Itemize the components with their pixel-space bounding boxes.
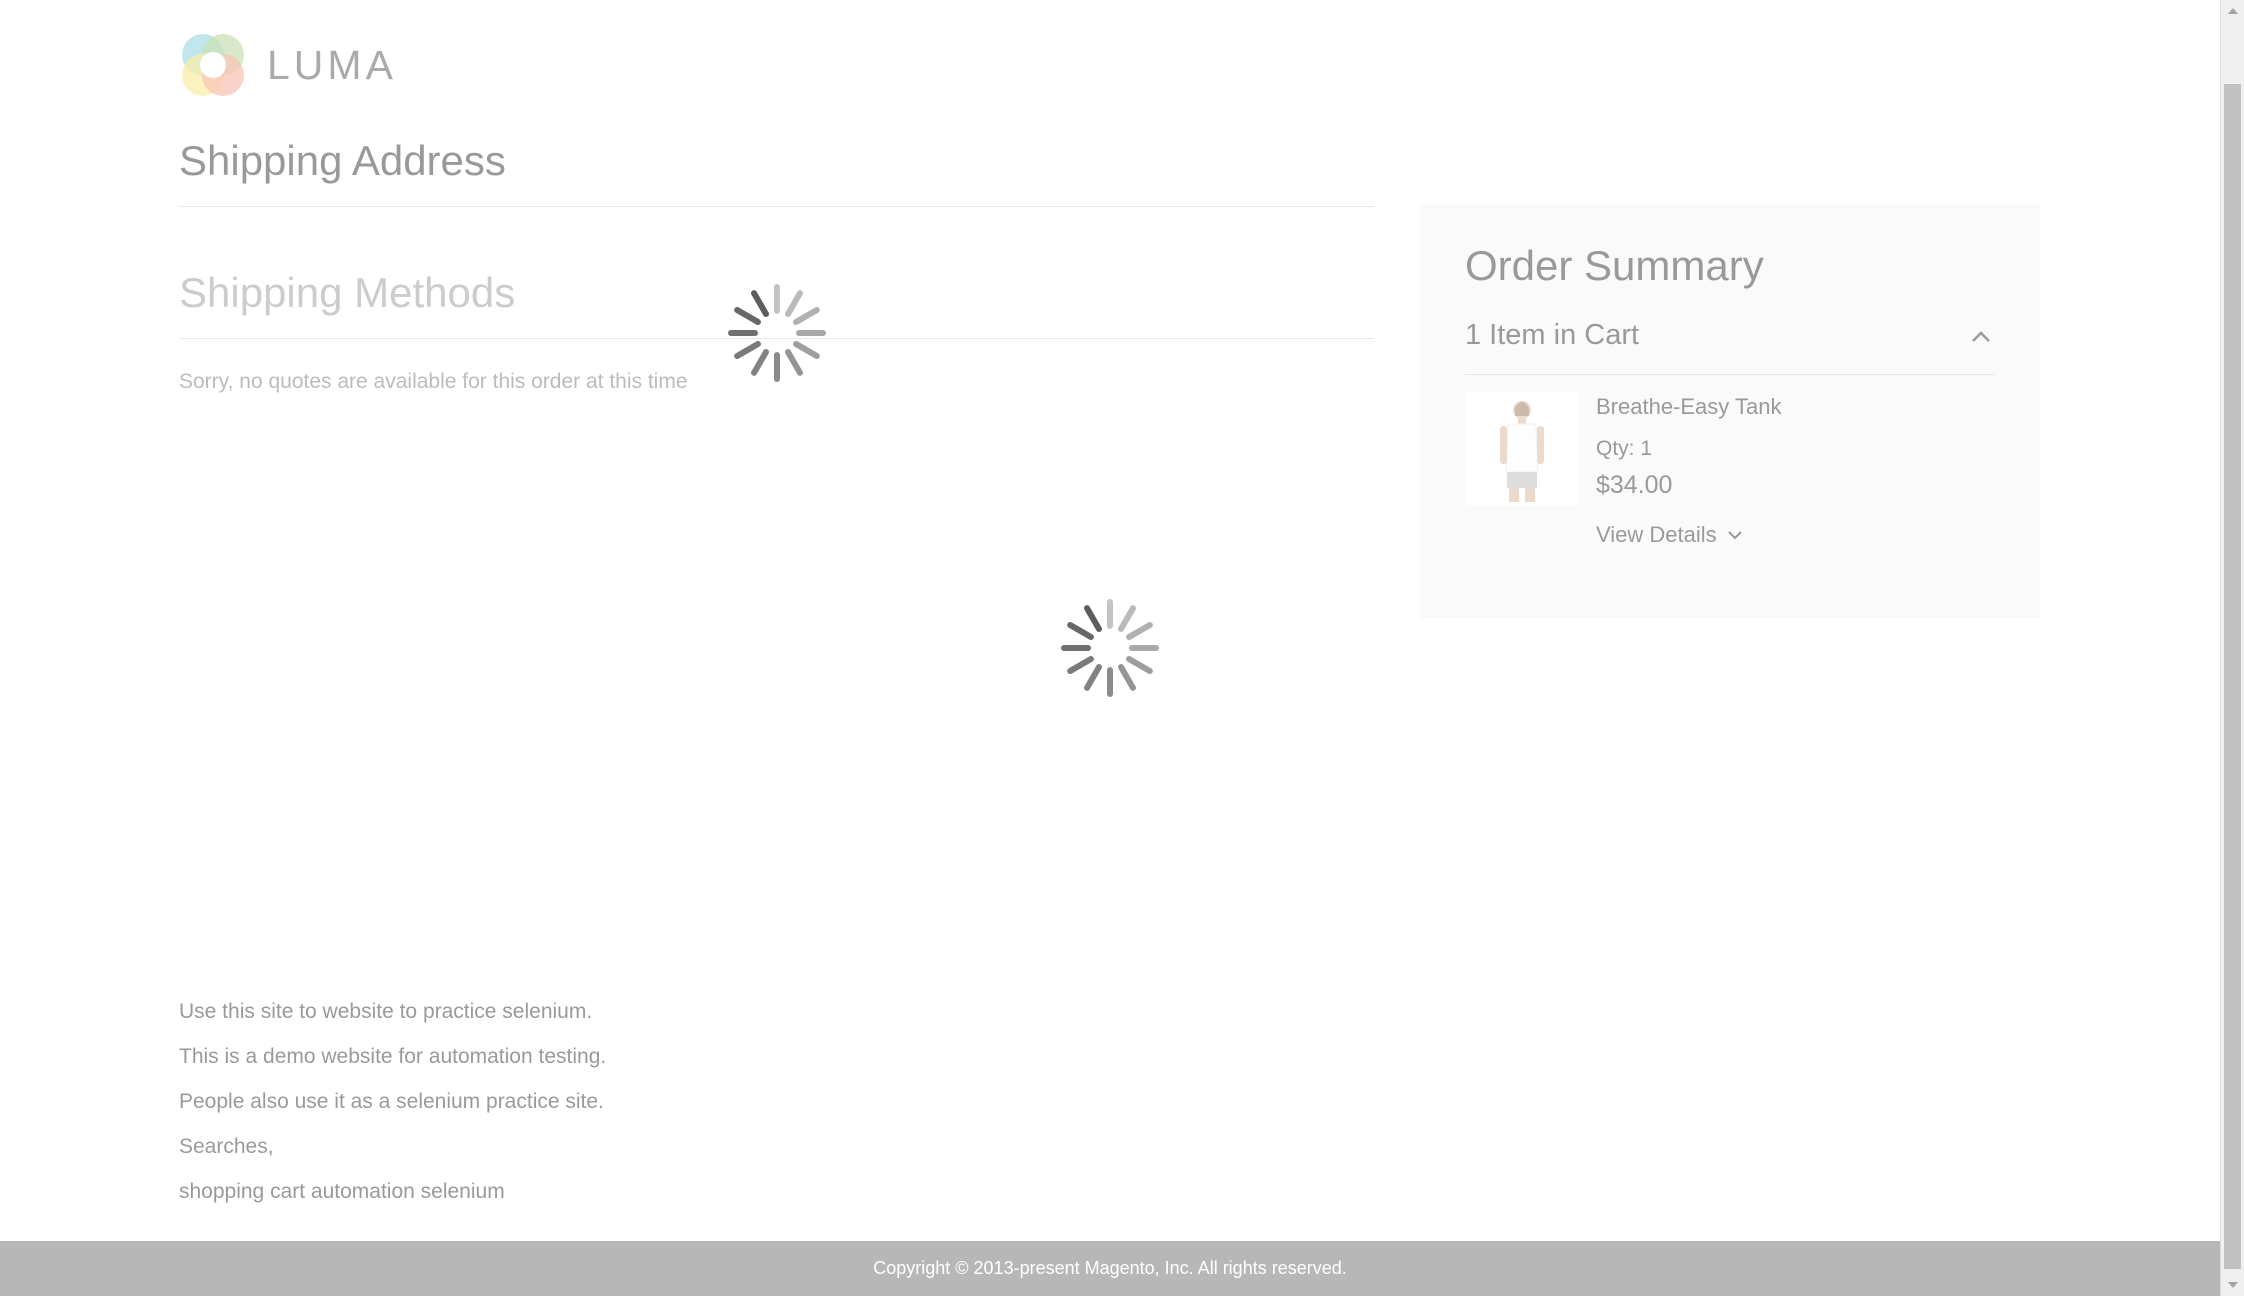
loading-spinner-icon (1061, 599, 1159, 697)
spinner-spoke (751, 290, 769, 317)
checkout-page: LUMA Shipping Address Shipping Methods S… (0, 0, 2220, 1296)
spinner-spoke (1084, 605, 1102, 632)
spinner-spoke (793, 307, 820, 325)
spinner-spoke (1067, 622, 1094, 640)
spinner-spoke (1126, 622, 1153, 640)
spinner-spoke (785, 290, 803, 317)
spinner-spoke (1126, 656, 1153, 674)
spinner-spoke (751, 349, 769, 376)
spinner-spoke (1067, 656, 1094, 674)
spinner-spoke (1118, 664, 1136, 691)
spinner-spoke (734, 341, 761, 359)
vertical-scrollbar[interactable] (2220, 0, 2244, 1296)
loading-spinner-icon (728, 284, 826, 382)
scroll-down-arrow-icon[interactable] (2221, 1274, 2244, 1296)
spinner-spoke (785, 349, 803, 376)
scroll-up-arrow-icon[interactable] (2221, 0, 2244, 22)
spinner-spoke (734, 307, 761, 325)
spinner-spoke (1084, 664, 1102, 691)
scrollbar-thumb[interactable] (2224, 84, 2241, 1269)
spinner-spoke (1118, 605, 1136, 632)
spinner-spoke (793, 341, 820, 359)
